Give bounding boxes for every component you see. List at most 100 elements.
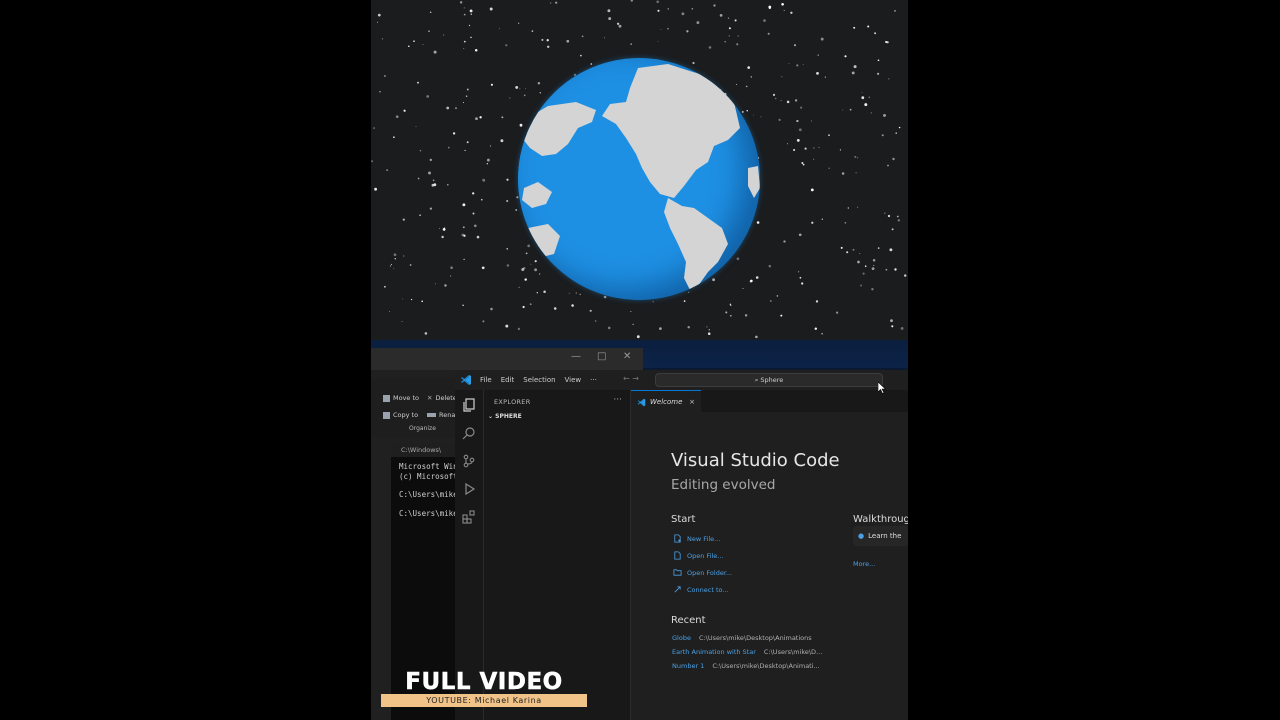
star — [443, 34, 445, 36]
star — [687, 325, 690, 329]
star — [755, 335, 758, 339]
vscode-titlebar: File Edit Selection View ··· ← → ⌕ Spher… — [455, 370, 908, 390]
star — [727, 17, 730, 19]
recent-item[interactable]: Globe C:\Users\mike\Desktop\Animations — [672, 634, 812, 642]
star — [768, 264, 772, 268]
cmd-line: Microsoft Wind — [399, 462, 463, 471]
copy-to-button[interactable]: Copy to — [383, 411, 418, 419]
maximize-icon[interactable]: □ — [597, 351, 606, 362]
menu-more[interactable]: ··· — [590, 376, 597, 384]
source-control-icon[interactable] — [462, 454, 476, 468]
star — [371, 160, 374, 163]
star — [506, 248, 508, 250]
star — [804, 147, 807, 150]
star — [794, 99, 798, 102]
sidebar-more-button[interactable]: ··· — [613, 395, 622, 405]
star — [506, 264, 510, 267]
star — [786, 100, 790, 104]
open-folder-link[interactable]: Open Folder... — [673, 568, 732, 577]
connect-to-link[interactable]: Connect to... — [673, 585, 729, 594]
star — [426, 95, 430, 98]
tab-close-icon[interactable]: × — [689, 398, 695, 406]
cmd-line: C:\Users\mike — [399, 509, 458, 518]
desktop: — □ ✕ Move to ✕ Delete Copy to Renam Org… — [371, 340, 908, 720]
star — [884, 212, 886, 214]
star — [769, 300, 772, 302]
recent-item[interactable]: Number 1 C:\Users\mike\Desktop\Animati..… — [672, 662, 820, 670]
continents — [522, 64, 760, 290]
star — [373, 127, 375, 129]
tab-welcome[interactable]: Welcome × — [631, 390, 701, 413]
star — [419, 150, 422, 152]
menu-edit[interactable]: Edit — [501, 376, 515, 384]
star — [473, 224, 477, 228]
welcome-subtitle: Editing evolved — [671, 477, 776, 493]
star — [810, 188, 814, 192]
star — [667, 8, 669, 10]
extensions-icon[interactable] — [462, 510, 476, 524]
new-file-link[interactable]: New File... — [673, 534, 720, 543]
star — [555, 1, 558, 4]
star — [841, 172, 845, 175]
folder-sphere[interactable]: ⌄ SPHERE — [488, 413, 522, 420]
star — [857, 206, 859, 208]
star — [814, 327, 818, 330]
star — [505, 324, 509, 328]
star — [683, 300, 686, 302]
star — [515, 209, 518, 211]
more-walkthroughs-link[interactable]: More... — [853, 560, 875, 568]
open-file-link[interactable]: Open File... — [673, 551, 724, 560]
star — [713, 4, 716, 7]
star — [776, 295, 779, 297]
star — [466, 88, 469, 91]
search-icon[interactable] — [462, 426, 476, 440]
star — [891, 228, 894, 231]
menu-view[interactable]: View — [565, 376, 582, 384]
star — [667, 27, 669, 30]
files-icon[interactable] — [462, 398, 476, 412]
star — [389, 265, 392, 267]
star — [480, 198, 483, 201]
star — [737, 35, 739, 37]
menu-file[interactable]: File — [480, 376, 492, 384]
command-center-search[interactable]: ⌕ Sphere — [655, 373, 883, 387]
star — [506, 178, 509, 181]
star — [489, 7, 493, 11]
welcome-title: Visual Studio Code — [671, 450, 840, 471]
star — [472, 192, 475, 195]
delete-label: Delete — [435, 394, 457, 402]
star — [594, 320, 597, 322]
star — [506, 199, 509, 203]
star — [780, 314, 783, 317]
walkthrough-card[interactable]: ● Learn the — [853, 526, 908, 546]
star — [501, 116, 504, 119]
search-icon: ⌕ — [754, 376, 759, 384]
star — [862, 272, 865, 275]
star — [725, 311, 728, 314]
copy-to-label: Copy to — [393, 411, 419, 419]
star — [870, 112, 872, 114]
star — [463, 7, 465, 9]
star — [696, 21, 700, 25]
run-debug-icon[interactable] — [462, 482, 476, 496]
star — [630, 0, 633, 2]
star — [553, 307, 557, 310]
star — [469, 9, 473, 13]
star — [630, 43, 633, 45]
move-to-button[interactable]: Move to — [383, 394, 419, 402]
star — [798, 233, 802, 237]
menu-selection[interactable]: Selection — [523, 376, 555, 384]
star — [419, 214, 421, 217]
nav-arrows-icon[interactable]: ← → — [623, 374, 639, 383]
delete-button[interactable]: ✕ Delete — [427, 394, 457, 402]
open-file-icon — [674, 551, 681, 560]
star — [581, 35, 584, 38]
star — [861, 91, 863, 93]
star — [571, 304, 574, 307]
close-icon[interactable]: ✕ — [623, 351, 631, 362]
star — [463, 234, 466, 237]
star — [417, 177, 420, 180]
minimize-icon[interactable]: — — [571, 351, 581, 362]
star — [888, 78, 890, 80]
recent-item[interactable]: Earth Animation with Star C:\Users\mike\… — [672, 648, 822, 656]
